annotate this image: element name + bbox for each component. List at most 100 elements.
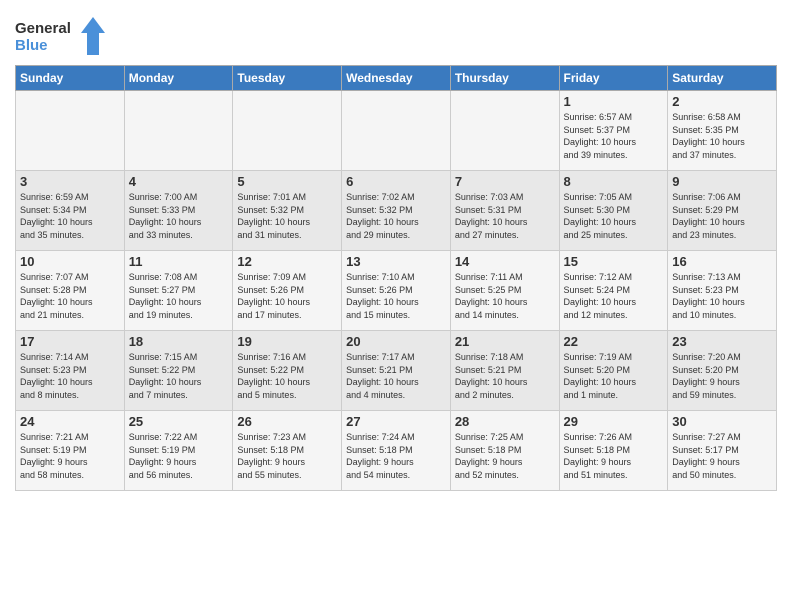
day-number: 19 [237, 334, 337, 349]
day-info: Sunrise: 7:03 AM Sunset: 5:31 PM Dayligh… [455, 191, 555, 241]
day-info: Sunrise: 7:06 AM Sunset: 5:29 PM Dayligh… [672, 191, 772, 241]
day-number: 25 [129, 414, 229, 429]
day-info: Sunrise: 7:22 AM Sunset: 5:19 PM Dayligh… [129, 431, 229, 481]
day-info: Sunrise: 7:25 AM Sunset: 5:18 PM Dayligh… [455, 431, 555, 481]
day-info: Sunrise: 7:05 AM Sunset: 5:30 PM Dayligh… [564, 191, 664, 241]
day-number: 15 [564, 254, 664, 269]
calendar-day-cell: 12 Sunrise: 7:09 AM Sunset: 5:26 PM Dayli… [233, 251, 342, 331]
day-info: Sunrise: 7:13 AM Sunset: 5:23 PM Dayligh… [672, 271, 772, 321]
day-number: 13 [346, 254, 446, 269]
day-number: 7 [455, 174, 555, 189]
calendar-day-cell: 11 Sunrise: 7:08 AM Sunset: 5:27 PM Dayli… [124, 251, 233, 331]
calendar-day-cell: 18Sunrise: 7:15 AM Sunset: 5:22 PM Dayli… [124, 331, 233, 411]
calendar-day-cell: 23 Sunrise: 7:20 AM Sunset: 5:20 PM Dayli… [668, 331, 777, 411]
calendar-day-cell: 19Sunrise: 7:16 AM Sunset: 5:22 PM Dayli… [233, 331, 342, 411]
day-info: Sunrise: 7:24 AM Sunset: 5:18 PM Dayligh… [346, 431, 446, 481]
day-number: 3 [20, 174, 120, 189]
calendar-day-cell: 26Sunrise: 7:23 AM Sunset: 5:18 PM Dayli… [233, 411, 342, 491]
calendar-day-cell: 24 Sunrise: 7:21 AM Sunset: 5:19 PM Dayli… [16, 411, 125, 491]
day-info: Sunrise: 7:07 AM Sunset: 5:28 PM Dayligh… [20, 271, 120, 321]
weekday-header: Sunday [16, 66, 125, 91]
day-number: 21 [455, 334, 555, 349]
day-number: 20 [346, 334, 446, 349]
day-number: 16 [672, 254, 772, 269]
calendar-table: SundayMondayTuesdayWednesdayThursdayFrid… [15, 65, 777, 491]
calendar-day-cell [450, 91, 559, 171]
day-number: 1 [564, 94, 664, 109]
calendar-day-cell: 28Sunrise: 7:25 AM Sunset: 5:18 PM Dayli… [450, 411, 559, 491]
day-info: Sunrise: 6:59 AM Sunset: 5:34 PM Dayligh… [20, 191, 120, 241]
calendar-day-cell: 4 Sunrise: 7:00 AM Sunset: 5:33 PM Daylig… [124, 171, 233, 251]
weekday-header: Tuesday [233, 66, 342, 91]
svg-text:Blue: Blue [15, 37, 48, 54]
calendar-day-cell: 27 Sunrise: 7:24 AM Sunset: 5:18 PM Dayli… [342, 411, 451, 491]
day-info: Sunrise: 7:08 AM Sunset: 5:27 PM Dayligh… [129, 271, 229, 321]
calendar-week-row: 10Sunrise: 7:07 AM Sunset: 5:28 PM Dayli… [16, 251, 777, 331]
calendar-week-row: 3 Sunrise: 6:59 AM Sunset: 5:34 PM Daylig… [16, 171, 777, 251]
day-number: 12 [237, 254, 337, 269]
logo: General Blue [15, 15, 105, 57]
day-number: 8 [564, 174, 664, 189]
logo-svg: General Blue [15, 15, 105, 57]
calendar-day-cell: 6Sunrise: 7:02 AM Sunset: 5:32 PM Daylig… [342, 171, 451, 251]
day-info: Sunrise: 7:09 AM Sunset: 5:26 PM Dayligh… [237, 271, 337, 321]
weekday-header: Saturday [668, 66, 777, 91]
day-number: 27 [346, 414, 446, 429]
day-number: 29 [564, 414, 664, 429]
day-number: 5 [237, 174, 337, 189]
svg-text:General: General [15, 20, 71, 37]
calendar-day-cell: 17Sunrise: 7:14 AM Sunset: 5:23 PM Dayli… [16, 331, 125, 411]
day-info: Sunrise: 6:58 AM Sunset: 5:35 PM Dayligh… [672, 111, 772, 161]
calendar-day-cell: 15Sunrise: 7:12 AM Sunset: 5:24 PM Dayli… [559, 251, 668, 331]
calendar-week-row: 17Sunrise: 7:14 AM Sunset: 5:23 PM Dayli… [16, 331, 777, 411]
day-number: 17 [20, 334, 120, 349]
weekday-header: Friday [559, 66, 668, 91]
day-number: 2 [672, 94, 772, 109]
calendar-day-cell: 10Sunrise: 7:07 AM Sunset: 5:28 PM Dayli… [16, 251, 125, 331]
day-number: 4 [129, 174, 229, 189]
day-info: Sunrise: 7:17 AM Sunset: 5:21 PM Dayligh… [346, 351, 446, 401]
calendar-week-row: 24 Sunrise: 7:21 AM Sunset: 5:19 PM Dayli… [16, 411, 777, 491]
weekday-header: Thursday [450, 66, 559, 91]
day-number: 24 [20, 414, 120, 429]
day-number: 11 [129, 254, 229, 269]
day-info: Sunrise: 7:02 AM Sunset: 5:32 PM Dayligh… [346, 191, 446, 241]
calendar-day-cell [233, 91, 342, 171]
day-number: 9 [672, 174, 772, 189]
calendar-day-cell: 20 Sunrise: 7:17 AM Sunset: 5:21 PM Dayli… [342, 331, 451, 411]
weekday-header: Wednesday [342, 66, 451, 91]
day-info: Sunrise: 7:10 AM Sunset: 5:26 PM Dayligh… [346, 271, 446, 321]
calendar-day-cell: 7 Sunrise: 7:03 AM Sunset: 5:31 PM Daylig… [450, 171, 559, 251]
page-container: General Blue SundayMondayTuesdayWednesda… [0, 0, 792, 496]
day-number: 26 [237, 414, 337, 429]
day-info: Sunrise: 7:19 AM Sunset: 5:20 PM Dayligh… [564, 351, 664, 401]
calendar-day-cell: 30 Sunrise: 7:27 AM Sunset: 5:17 PM Dayli… [668, 411, 777, 491]
calendar-day-cell: 21 Sunrise: 7:18 AM Sunset: 5:21 PM Dayli… [450, 331, 559, 411]
day-info: Sunrise: 7:20 AM Sunset: 5:20 PM Dayligh… [672, 351, 772, 401]
weekday-header: Monday [124, 66, 233, 91]
calendar-day-cell [16, 91, 125, 171]
calendar-day-cell: 1Sunrise: 6:57 AM Sunset: 5:37 PM Daylig… [559, 91, 668, 171]
day-info: Sunrise: 7:26 AM Sunset: 5:18 PM Dayligh… [564, 431, 664, 481]
day-info: Sunrise: 7:01 AM Sunset: 5:32 PM Dayligh… [237, 191, 337, 241]
day-number: 30 [672, 414, 772, 429]
calendar-day-cell: 3 Sunrise: 6:59 AM Sunset: 5:34 PM Daylig… [16, 171, 125, 251]
calendar-week-row: 1Sunrise: 6:57 AM Sunset: 5:37 PM Daylig… [16, 91, 777, 171]
calendar-day-cell: 8 Sunrise: 7:05 AM Sunset: 5:30 PM Daylig… [559, 171, 668, 251]
day-number: 18 [129, 334, 229, 349]
day-info: Sunrise: 7:21 AM Sunset: 5:19 PM Dayligh… [20, 431, 120, 481]
calendar-day-cell [342, 91, 451, 171]
calendar-day-cell [124, 91, 233, 171]
day-number: 14 [455, 254, 555, 269]
day-info: Sunrise: 7:00 AM Sunset: 5:33 PM Dayligh… [129, 191, 229, 241]
day-info: Sunrise: 7:11 AM Sunset: 5:25 PM Dayligh… [455, 271, 555, 321]
header-row: SundayMondayTuesdayWednesdayThursdayFrid… [16, 66, 777, 91]
day-number: 22 [564, 334, 664, 349]
day-info: Sunrise: 7:18 AM Sunset: 5:21 PM Dayligh… [455, 351, 555, 401]
calendar-day-cell: 29 Sunrise: 7:26 AM Sunset: 5:18 PM Dayli… [559, 411, 668, 491]
calendar-day-cell: 9 Sunrise: 7:06 AM Sunset: 5:29 PM Daylig… [668, 171, 777, 251]
day-number: 23 [672, 334, 772, 349]
day-info: Sunrise: 7:27 AM Sunset: 5:17 PM Dayligh… [672, 431, 772, 481]
calendar-day-cell: 5 Sunrise: 7:01 AM Sunset: 5:32 PM Daylig… [233, 171, 342, 251]
calendar-day-cell: 25 Sunrise: 7:22 AM Sunset: 5:19 PM Dayli… [124, 411, 233, 491]
